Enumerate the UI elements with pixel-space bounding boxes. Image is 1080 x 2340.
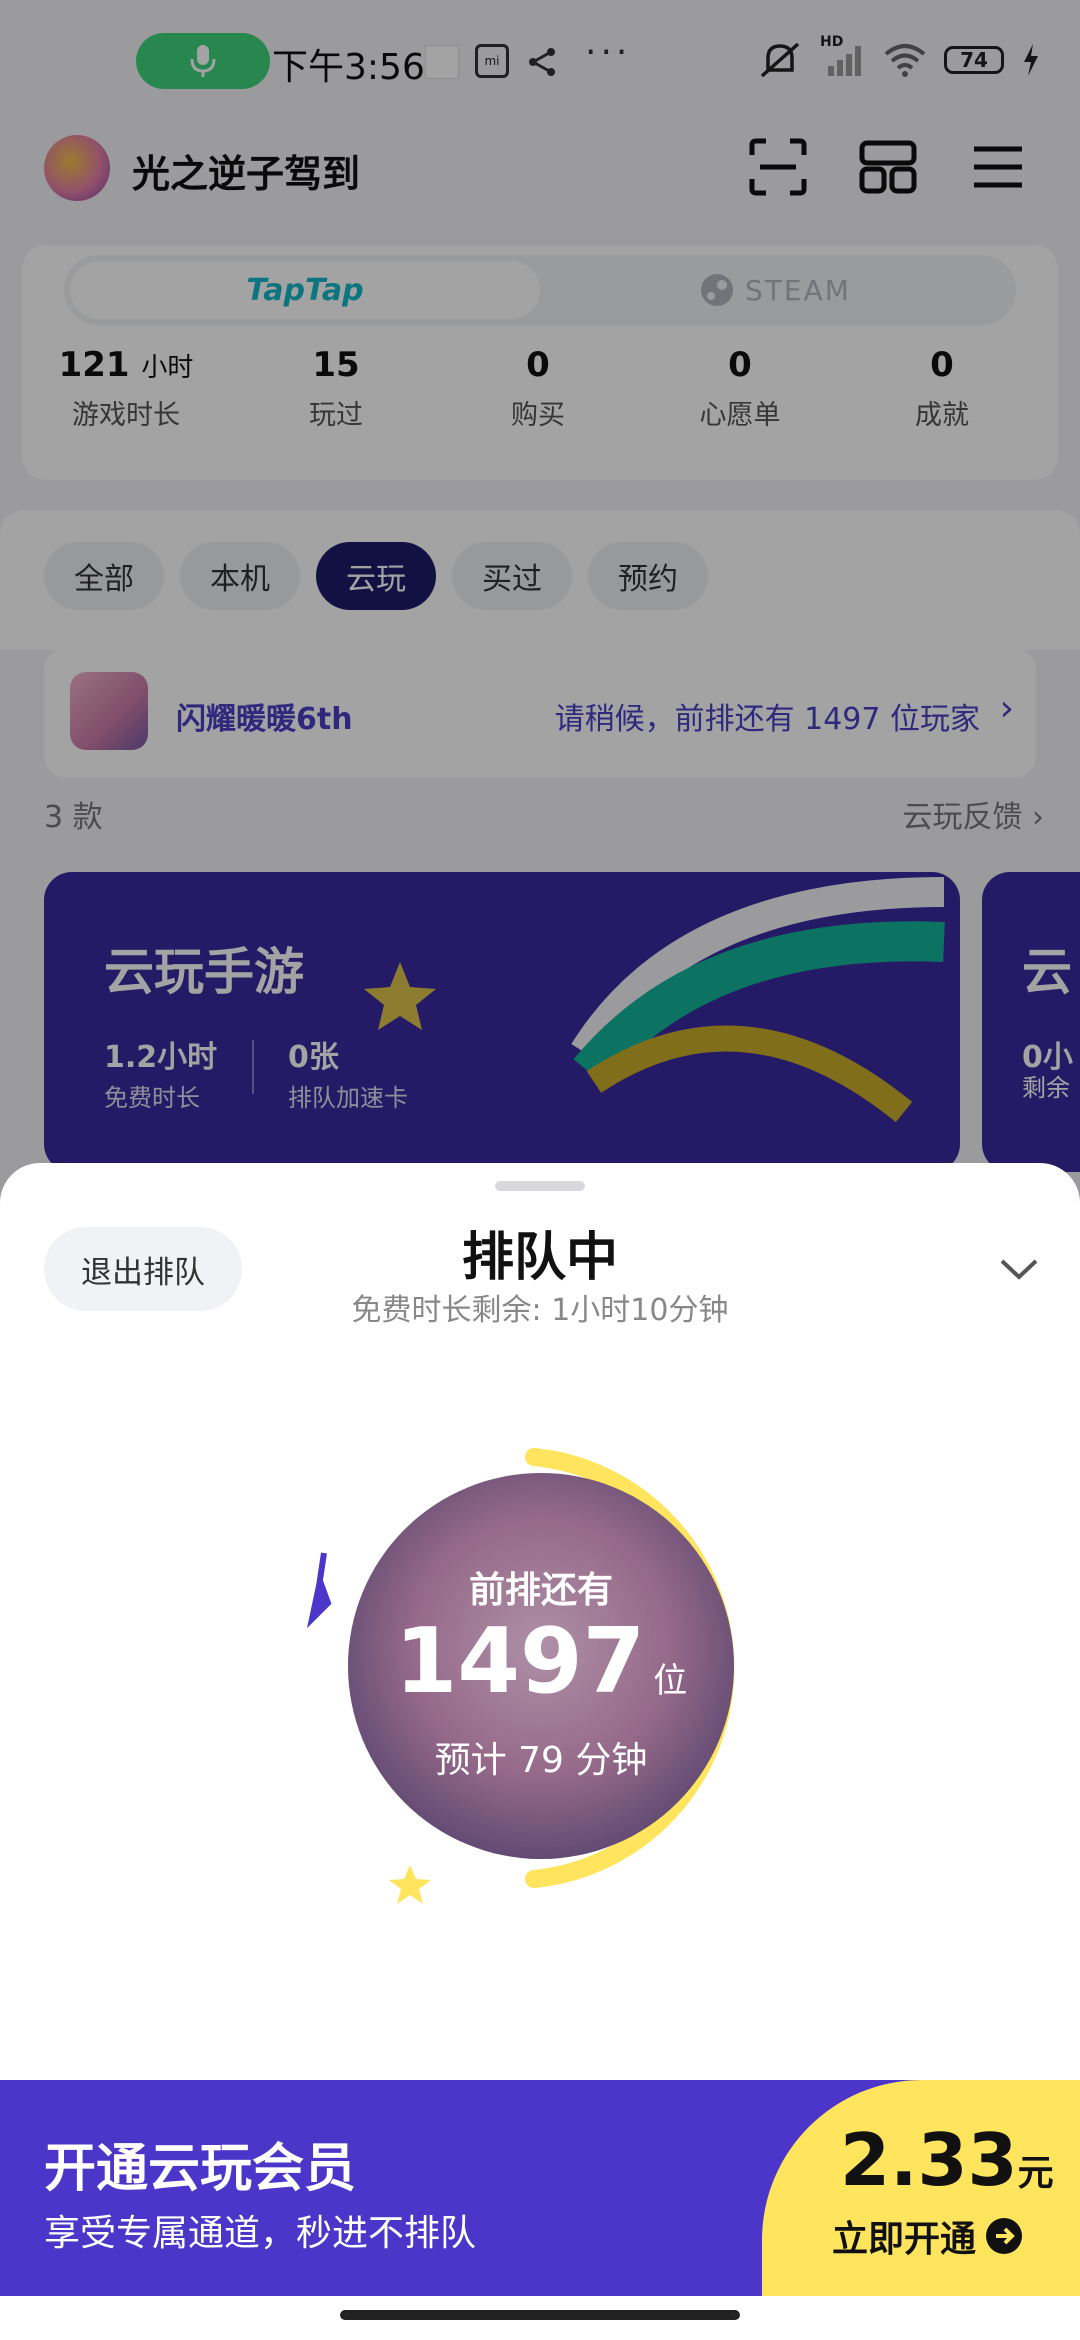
subscribe-button[interactable]: 2.33元 立即开通 — [762, 2080, 1080, 2296]
game-cover-disc: 前排还有 1497 位 预计 79 分钟 — [348, 1473, 734, 1859]
price: 2.33元 — [840, 2118, 1054, 2202]
price-value: 2.33 — [840, 2118, 1018, 2202]
membership-banner[interactable]: 开通云玩会员 享受专属通道，秒进不排队 2.33元 立即开通 — [0, 2080, 1080, 2296]
free-time-remaining: 免费时长剩余: 1小时10分钟 — [351, 1293, 729, 1328]
membership-title: 开通云玩会员 — [44, 2139, 357, 2199]
arrow-right-circle-icon — [986, 2218, 1023, 2254]
membership-subtitle: 享受专属通道，秒进不排队 — [44, 2213, 477, 2254]
subscribe-label-row: 立即开通 — [832, 2210, 1024, 2262]
queue-position: 1497 位 — [348, 1609, 734, 1714]
home-indicator[interactable] — [340, 2310, 740, 2320]
sheet-title: 排队中 — [461, 1228, 618, 1288]
queue-position-unit: 位 — [653, 1661, 688, 1701]
subscribe-label: 立即开通 — [832, 2219, 977, 2260]
queue-position-number: 1497 — [394, 1609, 646, 1714]
price-currency: 元 — [1017, 2153, 1054, 2194]
chevron-down-icon[interactable] — [994, 1249, 1044, 1289]
estimated-wait: 预计 79 分钟 — [434, 1740, 648, 1781]
drag-handle[interactable] — [495, 1181, 585, 1191]
ahead-label: 前排还有 — [468, 1570, 613, 1611]
queue-progress-graphic: 前排还有 1497 位 预计 79 分钟 — [290, 1433, 810, 1913]
